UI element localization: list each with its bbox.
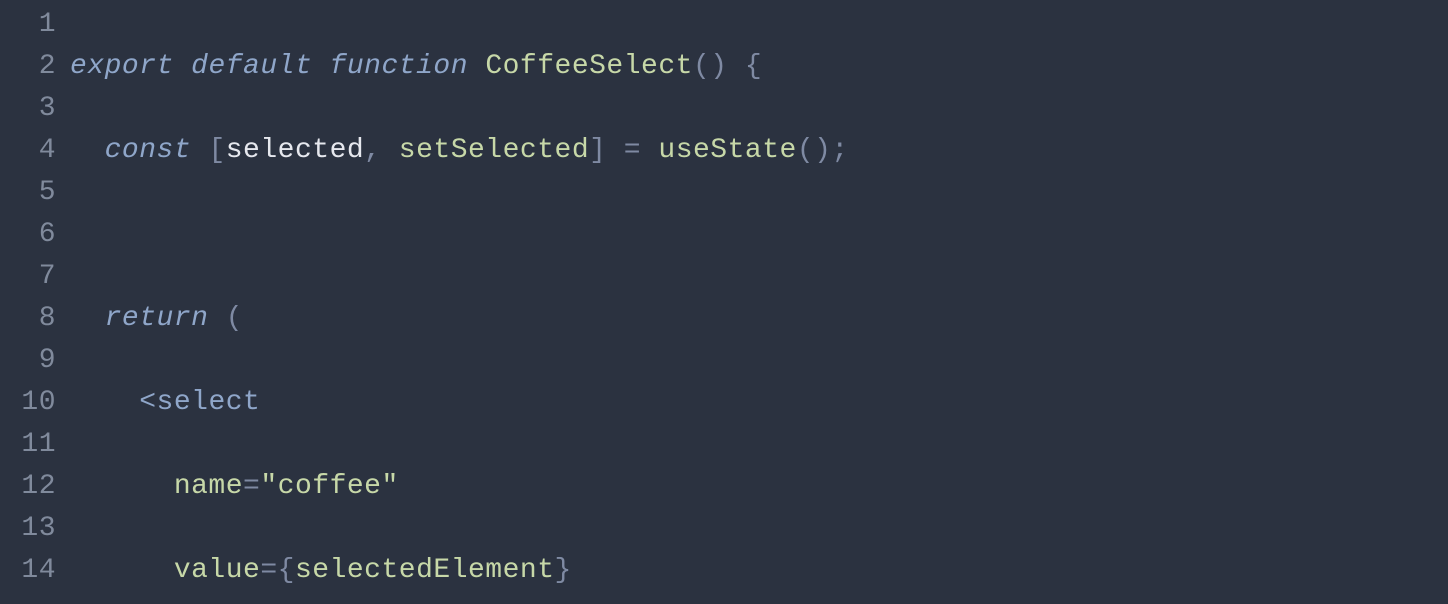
code-editor[interactable]: 1 2 3 4 5 6 7 8 9 10 11 12 13 14 export … bbox=[0, 0, 1448, 604]
line-number: 5 bbox=[0, 172, 56, 214]
line-number: 13 bbox=[0, 508, 56, 550]
code-line[interactable]: export default function CoffeeSelect() { bbox=[70, 46, 953, 88]
line-number: 2 bbox=[0, 46, 56, 88]
code-line[interactable]: value={selectedElement} bbox=[70, 550, 953, 592]
code-line[interactable] bbox=[70, 214, 953, 256]
line-number: 10 bbox=[0, 382, 56, 424]
line-number: 11 bbox=[0, 424, 56, 466]
code-area[interactable]: export default function CoffeeSelect() {… bbox=[70, 4, 953, 604]
line-number-gutter: 1 2 3 4 5 6 7 8 9 10 11 12 13 14 bbox=[0, 4, 70, 604]
line-number: 12 bbox=[0, 466, 56, 508]
line-number: 9 bbox=[0, 340, 56, 382]
code-line[interactable]: name="coffee" bbox=[70, 466, 953, 508]
line-number: 6 bbox=[0, 214, 56, 256]
line-number: 3 bbox=[0, 88, 56, 130]
code-line[interactable]: <select bbox=[70, 382, 953, 424]
code-line[interactable]: return ( bbox=[70, 298, 953, 340]
line-number: 7 bbox=[0, 256, 56, 298]
line-number: 8 bbox=[0, 298, 56, 340]
line-number: 4 bbox=[0, 130, 56, 172]
line-number: 1 bbox=[0, 4, 56, 46]
line-number: 14 bbox=[0, 550, 56, 592]
code-line[interactable]: const [selected, setSelected] = useState… bbox=[70, 130, 953, 172]
